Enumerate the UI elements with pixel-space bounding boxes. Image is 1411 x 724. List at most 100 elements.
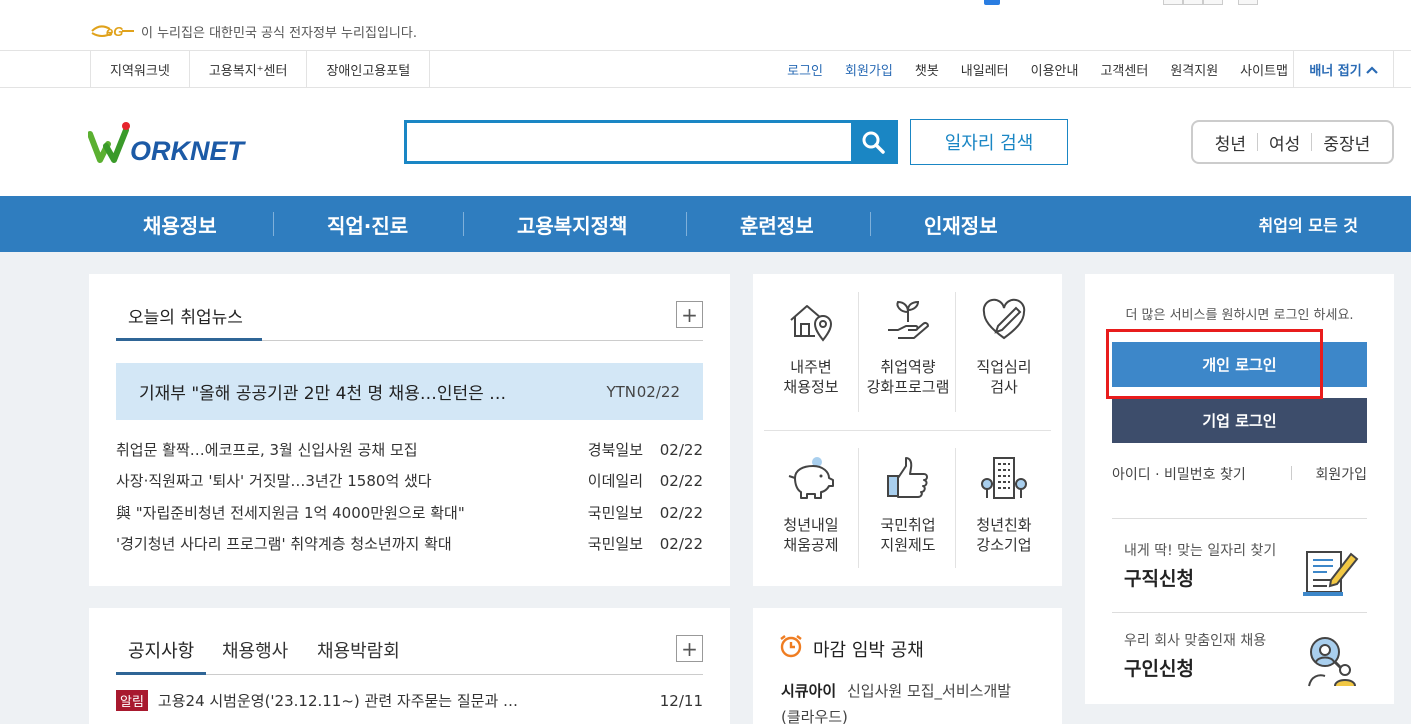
service-label: 검사 [990,378,1018,396]
headline-source: YTN [606,382,636,401]
search-input[interactable] [407,123,855,161]
font-size-button[interactable] [1163,0,1183,5]
font-size-button[interactable] [1183,0,1203,5]
service-label: 청년친화 [976,516,1032,534]
news-panel: 오늘의 취업뉴스 + 기재부 "올해 공공기관 2만 4천 명 채용…인턴은 …… [89,274,730,586]
company-login-button[interactable]: 기업 로그인 [1112,398,1367,443]
news-item-date: 02/22 [659,440,703,459]
chatbot-link[interactable]: 챗봇 [915,60,939,79]
font-size-button[interactable] [1203,0,1223,5]
tab-job-fair[interactable]: 채용박람회 [317,637,400,663]
nav-all-about-jobs[interactable]: 취업의 모든 것 [1259,196,1358,252]
news-item-source: 이데일리 [587,472,643,490]
service-youth-savings[interactable]: 청년내일 채움공제 [763,454,859,555]
deadline-job[interactable]: 시큐아이 신입사원 모집_서비스개발 (클라우드) [781,678,1051,724]
personal-login-button[interactable]: 개인 로그인 [1112,342,1367,387]
age-women-link[interactable]: 여성 [1269,130,1300,155]
tab-underline [116,338,262,341]
worknet-logo[interactable]: ORKNET [88,120,263,164]
news-item[interactable]: 사장·직원짜고 '퇴사' 거짓말…3년간 1580억 샜다 이데일리 02/22 [116,465,703,496]
service-label: 청년내일 [783,516,839,534]
tab-hiring-events[interactable]: 채용행사 [222,637,288,663]
font-size-button[interactable] [1238,0,1258,5]
building-icon [981,457,1027,499]
nav-welfare-policy[interactable]: 고용복지정책 [517,196,627,252]
search-icon [862,131,885,154]
banner-fold-button[interactable]: 배너 접기 [1293,51,1394,88]
divider [764,430,1051,431]
service-label: 채움공제 [783,536,839,554]
news-more-button[interactable]: + [676,301,703,328]
search-button[interactable] [851,123,895,161]
newsletter-link[interactable]: 내일레터 [961,60,1009,79]
divider [463,212,464,236]
deadline-title: 마감 임박 공채 [813,640,924,661]
person-search-icon [1308,637,1356,687]
divider [1112,518,1367,519]
notice-more-button[interactable]: + [676,635,703,662]
job-seeker-card[interactable]: 내게 딱! 맞는 일자리 찾기 구직신청 [1124,540,1276,591]
chevron-up-icon [1365,65,1378,74]
job-search-button[interactable]: 일자리 검색 [910,119,1068,165]
age-middle-aged-link[interactable]: 중장년 [1323,130,1370,155]
guide-link[interactable]: 이용안내 [1031,60,1079,79]
login-panel: 더 많은 서비스를 원하시면 로그인 하세요. 개인 로그인 기업 로그인 아이… [1085,274,1394,704]
search-box [404,120,898,164]
card-title: 구인신청 [1124,658,1194,680]
site-header: ORKNET 일자리 검색 청년 여성 중장년 [0,88,1411,196]
recruiter-card[interactable]: 우리 회사 맞춤인재 채용 구인신청 [1124,630,1266,681]
service-employment-program[interactable]: 취업역량 강화프로그램 [860,296,956,397]
nav-training[interactable]: 훈련정보 [740,196,814,252]
link-regional-worknet[interactable]: 지역워크넷 [91,51,190,88]
link-disabled-employment-portal[interactable]: 장애인고용포털 [307,51,431,88]
login-link[interactable]: 로그인 [787,60,823,79]
headline-date: 02/22 [636,382,680,401]
news-title[interactable]: 오늘의 취업뉴스 [128,303,243,328]
service-national-employment[interactable]: 국민취업 지원제도 [860,454,956,555]
svg-text:eG: eG [106,24,123,39]
news-item[interactable]: '경기청년 사다리 프로그램' 취약계층 청소년까지 확대 국민일보 02/22 [116,528,703,559]
service-psych-test[interactable]: 직업심리 검사 [956,296,1052,397]
signup-link[interactable]: 회원가입 [845,60,893,79]
service-youth-friendly-company[interactable]: 청년친화 강소기업 [956,454,1052,555]
utility-bar: 지역워크넷 고용복지⁺센터 장애인고용포털 로그인 회원가입 챗봇 내일레터 이… [0,50,1411,88]
sprout-hand-icon [888,300,929,339]
divider [858,292,859,412]
notice-panel: 공지사항 채용행사 채용박람회 + 알림 고용24 시범운영('23.12.11… [89,608,730,724]
piggy-bank-icon [788,457,834,499]
deadline-panel: 마감 임박 공채 시큐아이 신입사원 모집_서비스개발 (클라우드) [753,608,1062,724]
remote-support-link[interactable]: 원격지원 [1170,60,1218,79]
age-youth-link[interactable]: 청년 [1215,130,1246,155]
divider [858,448,859,568]
news-item-source: 국민일보 [587,535,643,553]
nav-talent[interactable]: 인재정보 [924,196,998,252]
service-nearby-jobs[interactable]: 내주변 채용정보 [763,296,859,397]
headline-news[interactable]: 기재부 "올해 공공기관 2만 4천 명 채용…인턴은 … YTN 02/22 [116,363,703,420]
service-label: 취업역량 [880,358,936,376]
gov-banner: eG 이 누리집은 대한민국 공식 전자정부 누리집입니다. [0,0,1411,50]
news-item-title: '경기청년 사다리 프로그램' 취약계층 청소년까지 확대 [116,535,452,553]
card-title: 구직신청 [1124,568,1194,590]
join-link[interactable]: 회원가입 [1315,464,1367,484]
alarm-clock-icon [780,635,802,658]
news-item-source: 국민일보 [587,504,643,522]
heart-pen-icon [982,298,1026,340]
gov-banner-toggle[interactable] [984,0,1000,5]
utility-links: 로그인 회원가입 챗봇 내일레터 이용안내 고객센터 원격지원 사이트맵 [787,51,1288,88]
find-id-password-link[interactable]: 아이디 · 비밀번호 찾기 [1112,464,1246,484]
tab-notice[interactable]: 공지사항 [128,637,194,663]
age-group-selector: 청년 여성 중장년 [1191,120,1394,164]
nav-career[interactable]: 직업·진로 [327,196,408,252]
news-item[interactable]: 與 "자립준비청년 전세지원금 1억 4000만원으로 확대" 국민일보 02/… [116,497,703,528]
divider [1311,133,1313,151]
link-employment-welfare-center[interactable]: 고용복지⁺센터 [190,51,308,88]
nav-recruitment[interactable]: 채용정보 [143,196,217,252]
sitemap-link[interactable]: 사이트맵 [1240,60,1288,79]
customer-center-link[interactable]: 고객센터 [1100,60,1148,79]
thumbs-up-icon [887,457,928,498]
divider [1257,133,1259,151]
news-item-date: 02/22 [659,503,703,522]
headline-title: 기재부 "올해 공공기관 2만 4천 명 채용…인턴은 … [139,384,507,404]
notice-item[interactable]: 알림 고용24 시범운영('23.12.11~) 관련 자주묻는 질문과 … 1… [116,690,703,711]
news-item[interactable]: 취업문 활짝…에코프로, 3월 신입사원 공채 모집 경북일보 02/22 [116,434,703,465]
